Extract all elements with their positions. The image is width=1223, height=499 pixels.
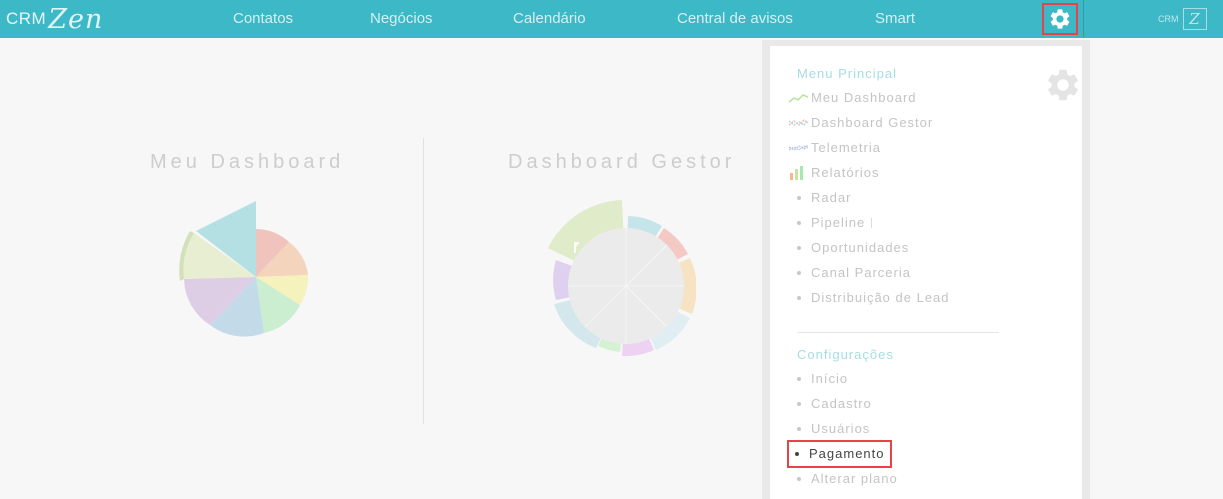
menu-item-canal-parceria[interactable]: Canal Parceria — [789, 263, 911, 283]
menu-principal-title: Menu Principal — [797, 66, 897, 81]
menu-item-label: Pipeline — [811, 215, 866, 230]
topbar-divider — [1083, 0, 1084, 38]
menu-item-label: Telemetria — [811, 140, 881, 155]
menu-item-usuarios[interactable]: Usuários — [789, 419, 870, 439]
menu-item-telemetria[interactable]: Telemetria — [789, 138, 881, 158]
dashboard-gestor-title[interactable]: Dashboard Gestor — [508, 151, 735, 174]
meu-dashboard-title[interactable]: Meu Dashboard — [150, 151, 344, 174]
multi-line-chart-icon — [789, 113, 811, 133]
settings-dropdown-menu: Menu Principal Meu Dashboard Dashboard G… — [762, 40, 1090, 499]
dashboard-divider — [423, 138, 424, 424]
nav-smart[interactable]: Smart — [875, 0, 915, 38]
menu-item-label: Dashboard Gestor — [811, 115, 934, 130]
crm-account-badge[interactable]: CRM Z — [1158, 8, 1207, 30]
bullet-icon — [797, 196, 801, 200]
nav-contatos[interactable]: Contatos — [233, 0, 293, 38]
menu-item-label: Pagamento — [809, 446, 885, 461]
bullet-icon — [797, 271, 801, 275]
nav-negocios[interactable]: Negócios — [370, 0, 433, 38]
top-navigation-bar: CRM Zen Contatos Negócios Calendário Cen… — [0, 0, 1223, 38]
dashboard-gestor-pie-icon[interactable] — [546, 198, 696, 358]
menu-item-label: Distribuição de Lead — [811, 290, 950, 305]
gear-icon — [1050, 9, 1070, 29]
menu-item-label: Cadastro — [811, 396, 872, 411]
menu-item-label: Oportunidades — [811, 240, 910, 255]
menu-item-relatorios[interactable]: Relatórios — [789, 163, 880, 183]
bullet-icon — [797, 477, 801, 481]
menu-item-meu-dashboard[interactable]: Meu Dashboard — [789, 88, 917, 108]
bar-chart-icon — [789, 163, 811, 183]
menu-item-label: Meu Dashboard — [811, 90, 917, 105]
bullet-icon — [797, 246, 801, 250]
menu-item-inicio[interactable]: Início — [789, 369, 848, 389]
settings-button[interactable] — [1042, 3, 1078, 35]
menu-item-pipeline[interactable]: Pipeline — [789, 213, 873, 233]
menu-separator — [797, 332, 999, 333]
settings-dropdown-panel: Menu Principal Meu Dashboard Dashboard G… — [770, 46, 1082, 499]
menu-item-label: Radar — [811, 190, 852, 205]
menu-item-oportunidades[interactable]: Oportunidades — [789, 238, 909, 258]
menu-item-label: Alterar plano — [811, 471, 898, 486]
badge-z-logo: Z — [1182, 8, 1207, 30]
logo-crm-text: CRM — [6, 9, 47, 28]
bullet-icon — [797, 296, 801, 300]
menu-item-label: Usuários — [811, 421, 871, 436]
nav-central-de-avisos[interactable]: Central de avisos — [677, 0, 793, 38]
menu-item-alterar-plano[interactable]: Alterar plano — [789, 469, 898, 489]
menu-item-distribuicao-de-lead[interactable]: Distribuição de Lead — [789, 288, 950, 308]
pipeline-marker — [871, 218, 873, 228]
logo-zen-text: Zen — [48, 3, 104, 35]
menu-item-label: Início — [811, 371, 849, 386]
badge-crm-text: CRM — [1158, 14, 1179, 24]
menu-item-pagamento[interactable]: Pagamento — [787, 440, 892, 468]
menu-item-dashboard-gestor[interactable]: Dashboard Gestor — [789, 113, 933, 133]
configuracoes-title: Configurações — [797, 347, 894, 362]
meu-dashboard-pie-icon[interactable] — [170, 195, 320, 350]
bullet-icon — [797, 402, 801, 406]
nav-calendario[interactable]: Calendário — [513, 0, 586, 38]
crm-zen-logo[interactable]: CRM Zen — [6, 0, 103, 38]
bullet-icon — [797, 377, 801, 381]
bullet-icon — [797, 427, 801, 431]
gear-watermark-icon — [1048, 69, 1078, 101]
bullet-icon — [797, 221, 801, 225]
bullet-icon — [795, 452, 799, 456]
menu-item-label: Canal Parceria — [811, 265, 911, 280]
telemetry-chart-icon — [789, 138, 811, 158]
menu-item-label: Relatórios — [811, 165, 880, 180]
menu-item-cadastro[interactable]: Cadastro — [789, 394, 872, 414]
line-chart-icon — [789, 88, 811, 108]
menu-item-radar[interactable]: Radar — [789, 188, 851, 208]
